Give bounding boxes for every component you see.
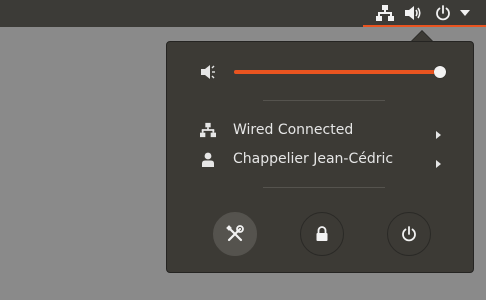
power-icon[interactable] [435, 4, 451, 22]
volume-slider-fill [234, 70, 440, 74]
menu-item-label: Wired Connected [233, 122, 354, 138]
volume-slider-handle[interactable] [434, 66, 446, 78]
lock-icon [315, 226, 329, 242]
settings-button[interactable] [213, 212, 257, 256]
network-icon [200, 122, 216, 138]
separator [263, 100, 385, 101]
menu-item-user[interactable]: Chappelier Jean-Cédric [167, 145, 473, 173]
volume-low-icon [201, 64, 219, 80]
tray-active-indicator [363, 25, 486, 27]
volume-icon[interactable] [405, 4, 423, 22]
chevron-right-icon [433, 125, 443, 139]
volume-slider[interactable] [234, 66, 446, 78]
chevron-down-icon[interactable] [460, 4, 470, 22]
system-menu-panel: Wired Connected Chappelier Jean-Cédric [166, 41, 474, 273]
lock-button[interactable] [300, 212, 344, 256]
separator [263, 187, 385, 188]
power-off-button[interactable] [387, 212, 431, 256]
network-icon[interactable] [376, 4, 394, 22]
settings-icon [226, 225, 244, 243]
top-bar [0, 0, 486, 27]
menu-item-wired-connection[interactable]: Wired Connected [167, 116, 473, 144]
chevron-right-icon [433, 154, 443, 168]
user-icon [200, 151, 216, 167]
power-icon [401, 226, 417, 242]
menu-item-label: Chappelier Jean-Cédric [233, 151, 394, 167]
